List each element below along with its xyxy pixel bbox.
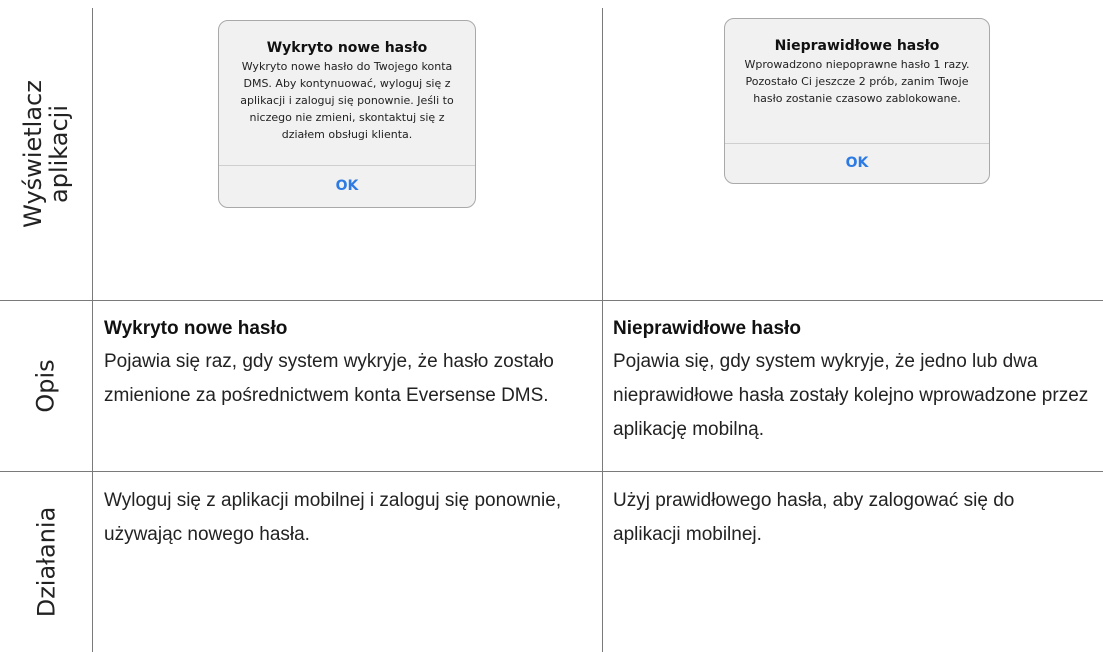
- actions-text: Wyloguj się z aplikacji mobilnej i zalog…: [104, 490, 562, 545]
- actions-text: Użyj prawidłowego hasła, aby zalogować s…: [613, 490, 1015, 545]
- alert-title: Wykryto nowe hasło: [266, 40, 428, 56]
- alert-message: Wprowadzono niepoprawne hasło 1 razy. Po…: [744, 58, 970, 105]
- actions-cell-right: Użyj prawidłowego hasła, aby zalogować s…: [613, 484, 1083, 552]
- alert-ok-button[interactable]: OK: [725, 142, 989, 183]
- description-cell-left: Wykryto nowe hasło Pojawia się raz, gdy …: [104, 317, 584, 413]
- row-divider-1: [0, 300, 1103, 301]
- row-header-display-label: Wyświetlacz aplikacji: [19, 80, 73, 228]
- description-title: Wykryto nowe hasło: [104, 318, 288, 339]
- alert-ok-button[interactable]: OK: [219, 164, 475, 207]
- alert-message: Wykryto nowe hasło do Twojego konta DMS.…: [240, 60, 454, 141]
- row-header-actions: Działania: [0, 472, 92, 652]
- description-cell-right: Nieprawidłowe hasło Pojawia się, gdy sys…: [613, 317, 1093, 447]
- description-text: Pojawia się, gdy system wykryje, że jedn…: [613, 351, 1089, 440]
- actions-cell-left: Wyloguj się z aplikacji mobilnej i zalog…: [104, 484, 574, 552]
- description-title: Nieprawidłowe hasło: [613, 318, 801, 339]
- new-password-alert: Wykryto nowe hasło Wykryto nowe hasło do…: [218, 20, 476, 208]
- column-divider-header: [92, 8, 93, 652]
- row-divider-2: [0, 471, 1103, 472]
- alert-title: Nieprawidłowe hasło: [774, 38, 940, 54]
- column-divider-middle: [602, 8, 603, 652]
- row-header-display: Wyświetlacz aplikacji: [0, 8, 92, 300]
- row-header-description: Opis: [0, 301, 92, 471]
- row-header-actions-label: Działania: [32, 506, 61, 618]
- invalid-password-alert: Nieprawidłowe hasło Wprowadzono niepopra…: [724, 18, 990, 184]
- row-header-description-label: Opis: [31, 359, 60, 413]
- description-text: Pojawia się raz, gdy system wykryje, że …: [104, 351, 554, 406]
